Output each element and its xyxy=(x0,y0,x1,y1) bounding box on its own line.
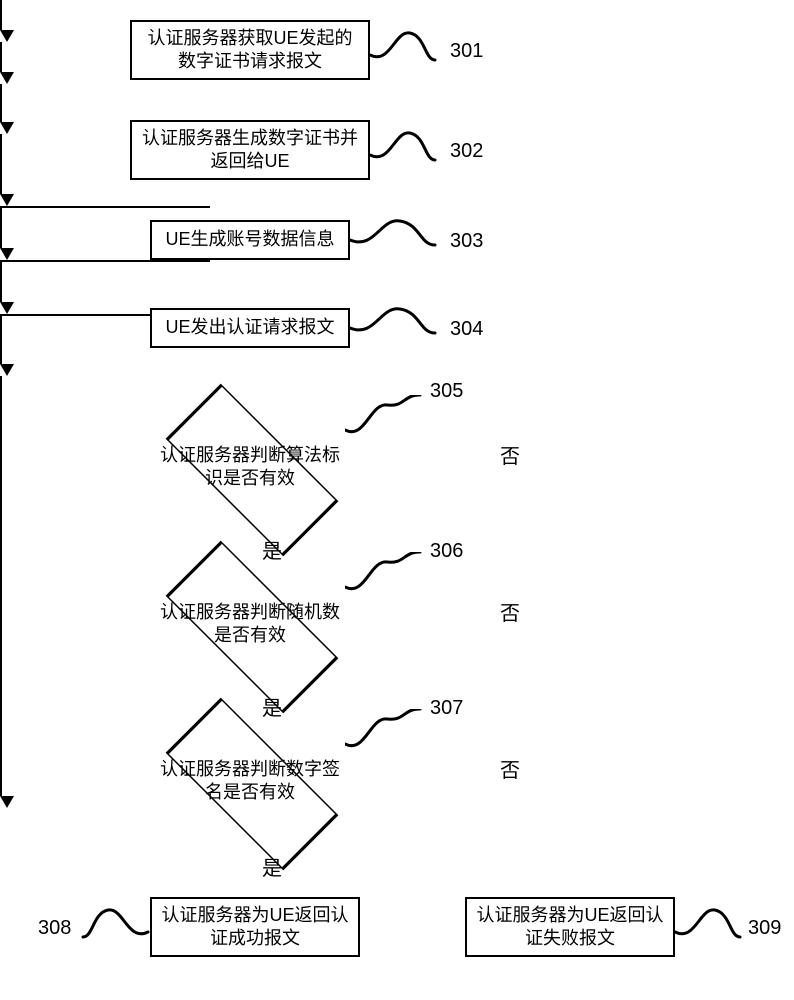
arrow-303-304-head xyxy=(0,122,14,134)
edge-305-no-label: 否 xyxy=(500,440,520,469)
step-301-box: 认证服务器获取UE发起的数字证书请求报文 xyxy=(130,20,370,80)
step-301-num: 301 xyxy=(450,40,483,63)
step-302-box: 认证服务器生成数字证书并返回给UE xyxy=(130,120,370,180)
edge-307-no-label: 否 xyxy=(500,754,520,783)
step-306-diamond: 认证服务器判断随机数是否有效 xyxy=(130,565,370,685)
step-304-num: 304 xyxy=(450,318,483,341)
step-309-text: 认证服务器为UE返回认证失败报文 xyxy=(475,904,665,951)
arrow-304-305-head xyxy=(0,194,14,206)
edge-306-yes-head xyxy=(0,302,14,314)
edge-307-yes-v xyxy=(0,316,2,364)
no-bus-vertical xyxy=(0,376,2,796)
arrow-302-303-line xyxy=(0,42,2,72)
edge-306-yes-label: 是 xyxy=(262,692,282,721)
step-307-text: 认证服务器判断数字签名是否有效 xyxy=(160,758,340,805)
step-304-text: UE发出认证请求报文 xyxy=(165,316,334,339)
step-304-box: UE发出认证请求报文 xyxy=(150,308,350,348)
step-303-text: UE生成账号数据信息 xyxy=(165,228,334,251)
arrow-301-302-head xyxy=(0,30,14,42)
callout-307 xyxy=(345,709,425,764)
step-307-num: 307 xyxy=(430,697,463,720)
arrow-304-305-line xyxy=(0,134,2,194)
step-302-text: 认证服务器生成数字证书并返回给UE xyxy=(140,127,360,174)
arrow-303-304-line xyxy=(0,84,2,122)
step-305-text: 认证服务器判断算法标识是否有效 xyxy=(160,444,340,491)
callout-301 xyxy=(370,25,440,80)
edge-305-yes-label: 是 xyxy=(262,535,282,564)
no-bus-head xyxy=(0,796,14,808)
callout-304 xyxy=(350,303,440,358)
edge-305-yes-v xyxy=(0,208,2,248)
edge-307-yes-label: 是 xyxy=(262,852,282,881)
step-302-num: 302 xyxy=(450,140,483,163)
edge-305-no-h xyxy=(0,206,210,208)
arrow-301-302-line xyxy=(0,0,2,30)
edge-306-no-h xyxy=(0,260,210,262)
step-306-num: 306 xyxy=(430,540,463,563)
edge-307-yes-head xyxy=(0,364,14,376)
edge-306-no-label: 否 xyxy=(500,597,520,626)
step-306-text: 认证服务器判断随机数是否有效 xyxy=(160,601,340,648)
arrow-302-303-head xyxy=(0,72,14,84)
step-303-num: 303 xyxy=(450,230,483,253)
step-307-diamond: 认证服务器判断数字签名是否有效 xyxy=(130,722,370,842)
edge-306-yes-v xyxy=(0,262,2,302)
edge-305-yes-head xyxy=(0,248,14,260)
callout-305 xyxy=(345,395,425,450)
callout-308 xyxy=(80,902,150,957)
callout-309 xyxy=(675,902,745,957)
step-303-box: UE生成账号数据信息 xyxy=(150,220,350,260)
callout-303 xyxy=(350,215,440,270)
step-309-num: 309 xyxy=(748,917,781,940)
callout-302 xyxy=(370,125,440,180)
step-309-box: 认证服务器为UE返回认证失败报文 xyxy=(465,897,675,957)
callout-306 xyxy=(345,552,425,607)
step-305-num: 305 xyxy=(430,380,463,403)
step-308-box: 认证服务器为UE返回认证成功报文 xyxy=(150,897,360,957)
flowchart-canvas: 认证服务器获取UE发起的数字证书请求报文 301 认证服务器生成数字证书并返回给… xyxy=(0,0,794,1000)
step-308-num: 308 xyxy=(38,917,71,940)
step-301-text: 认证服务器获取UE发起的数字证书请求报文 xyxy=(140,27,360,74)
step-308-text: 认证服务器为UE返回认证成功报文 xyxy=(160,904,350,951)
step-305-diamond: 认证服务器判断算法标识是否有效 xyxy=(130,408,370,528)
